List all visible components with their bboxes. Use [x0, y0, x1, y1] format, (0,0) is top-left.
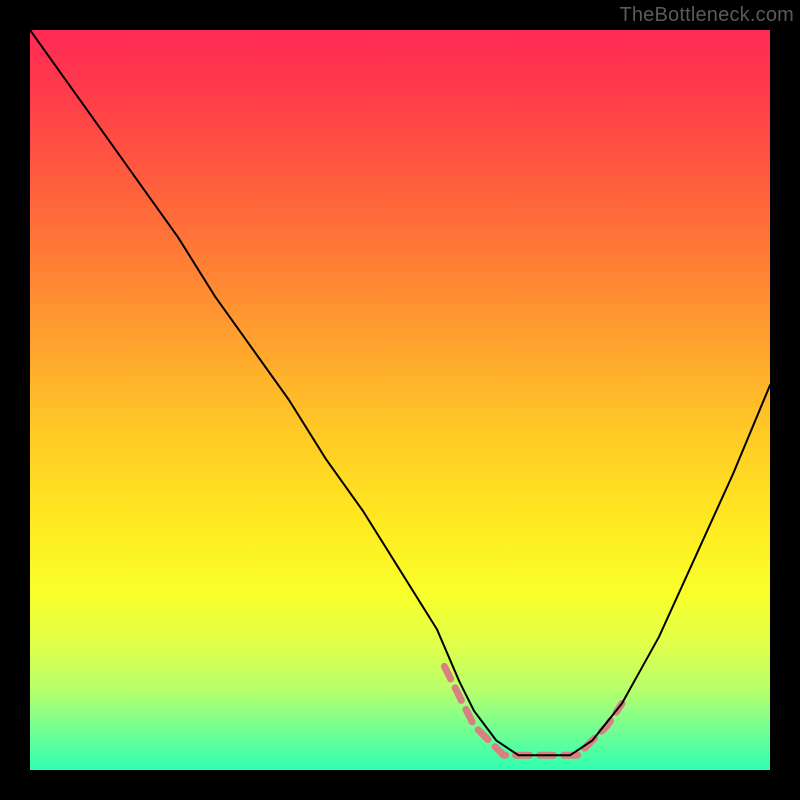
bottleneck-curve — [30, 30, 770, 755]
chart-stage: TheBottleneck.com — [0, 0, 800, 800]
watermark-label: TheBottleneck.com — [619, 4, 794, 27]
curve-svg — [30, 30, 770, 770]
plot-area — [30, 30, 770, 770]
bottom-highlight-front — [444, 666, 622, 755]
